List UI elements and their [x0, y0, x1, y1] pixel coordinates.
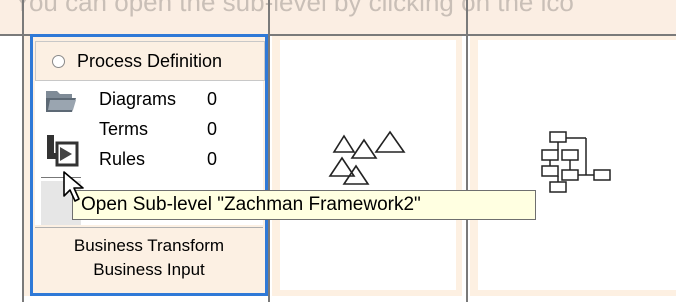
- grid-line-col-1: [268, 0, 270, 302]
- count-label: Terms: [99, 119, 148, 139]
- count-value: 0: [207, 149, 218, 169]
- hierarchy-icon: [541, 131, 611, 193]
- count-value: 0: [207, 89, 218, 109]
- process-definition-panel[interactable]: Process Definition Diagrams 0 Terms 0 Ru…: [30, 34, 268, 296]
- grid-line-col-0: [22, 0, 24, 302]
- count-row-diagrams: Diagrams 0: [99, 89, 217, 110]
- panel-footer: Business Transform Business Input: [35, 227, 263, 291]
- count-row-rules: Rules 0: [99, 149, 217, 170]
- triangles-icon: [328, 130, 406, 185]
- open-sublevel-icon[interactable]: [45, 133, 79, 171]
- top-text-strip: You can open the sub-level by clicking o…: [0, 0, 676, 34]
- mouse-cursor-icon: [63, 171, 84, 202]
- grid-line-col-2: [466, 0, 468, 302]
- folder-icon[interactable]: [45, 87, 79, 113]
- count-label: Diagrams: [99, 89, 177, 109]
- partial-heading-text: You can open the sub-level by clicking o…: [14, 0, 574, 17]
- panel-title-bar[interactable]: Process Definition: [35, 41, 265, 81]
- count-row-terms: Terms 0: [99, 119, 217, 140]
- count-value: 0: [207, 119, 218, 139]
- panel-title: Process Definition: [77, 50, 223, 71]
- radio-icon[interactable]: [52, 54, 65, 68]
- footer-line-1: Business Transform: [73, 236, 225, 255]
- tooltip: Open Sub-level "Zachman Framework2": [72, 190, 536, 220]
- footer-line-2: Business Input: [93, 260, 205, 279]
- count-label: Rules: [99, 149, 146, 169]
